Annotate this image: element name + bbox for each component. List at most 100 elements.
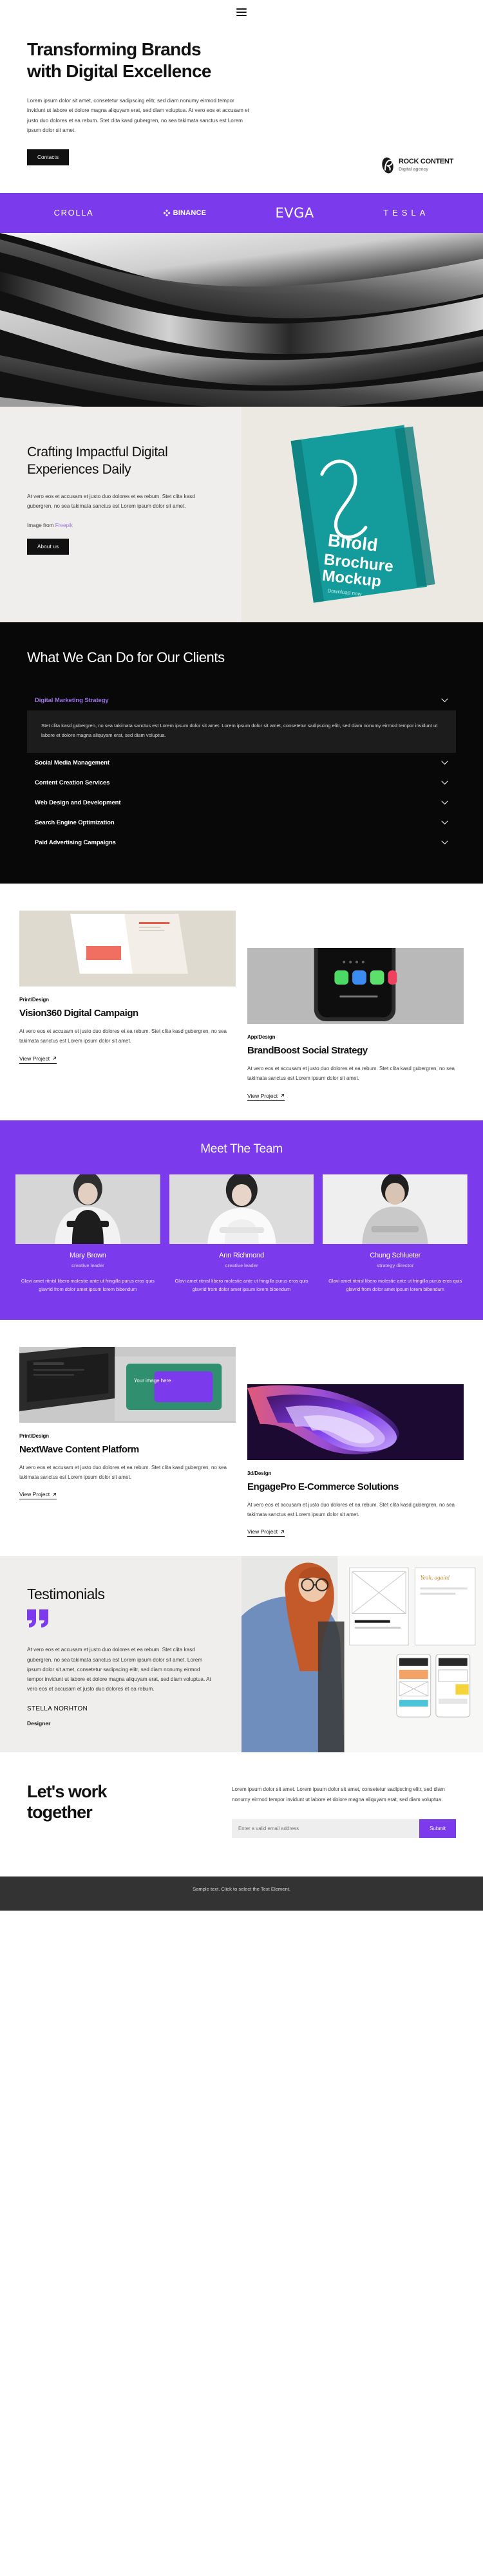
chevron-down-icon bbox=[441, 761, 448, 765]
accordion-label: Web Design and Development bbox=[35, 799, 121, 807]
accordion-label: Social Media Management bbox=[35, 759, 109, 767]
freepik-link[interactable]: Freepik bbox=[55, 523, 73, 528]
team-member-role: creative leader bbox=[71, 1262, 104, 1268]
portfolio-thumbnail-phone bbox=[247, 948, 464, 1024]
avatar bbox=[15, 1174, 160, 1244]
testimonials-section: Testimonials At vero eos et accusam et j… bbox=[0, 1556, 483, 1753]
accordion-item-paid-advertising-campaigns[interactable]: Paid Advertising Campaigns bbox=[19, 833, 464, 853]
team-member-name: Mary Brown bbox=[69, 1251, 106, 1259]
image-credit-prefix: Image from bbox=[27, 522, 55, 528]
portfolio-card-brandboost: App/Design BrandBoost Social Strategy At… bbox=[247, 911, 464, 1101]
cta-title-line2: together bbox=[27, 1802, 93, 1822]
accordion-label: Search Engine Optimization bbox=[35, 819, 115, 827]
view-project-label: View Project bbox=[19, 1491, 50, 1498]
chevron-down-icon bbox=[441, 801, 448, 805]
arrow-up-right-icon bbox=[53, 1492, 56, 1496]
team-member-card: Ann Richmond creative leader Glavi amet … bbox=[169, 1174, 314, 1294]
portfolio-thumbnail-print-brochure bbox=[19, 911, 236, 987]
crafting-title: Crafting Impactful Digital Experiences D… bbox=[27, 444, 168, 477]
view-project-label: View Project bbox=[19, 1055, 50, 1062]
submit-button[interactable]: Submit bbox=[419, 1819, 456, 1838]
quote-icon bbox=[27, 1609, 217, 1631]
hamburger-icon[interactable] bbox=[236, 8, 247, 16]
team-section: Meet The Team Mary Brown creative leader… bbox=[0, 1120, 483, 1320]
testimonial-content: Testimonials At vero eos et accusam et j… bbox=[0, 1556, 242, 1752]
cta-section: Let's work together Lorem ipsum dolor si… bbox=[0, 1752, 483, 1876]
portfolio-category: Print/Design bbox=[19, 997, 49, 1003]
accordion-item-web-design-and-development[interactable]: Web Design and Development bbox=[19, 793, 464, 813]
contacts-button[interactable]: Contacts bbox=[27, 149, 70, 165]
hero-paragraph: Lorem ipsum dolor sit amet, consetetur s… bbox=[27, 98, 249, 133]
cta-title: Let's work together bbox=[27, 1782, 214, 1823]
testimonial-author: STELLA NORHTON bbox=[27, 1705, 88, 1713]
logo-evga: EVGA bbox=[275, 205, 314, 221]
brochure-mockup-svg: Bifold Brochure Mockup Download now bbox=[242, 406, 483, 622]
hamburger-bar bbox=[236, 15, 247, 16]
view-project-label: View Project bbox=[247, 1092, 278, 1099]
portfolio-bottom-section: Your image here Print/Design NextWave Co… bbox=[0, 1320, 483, 1557]
view-project-link[interactable]: View Project bbox=[19, 1491, 57, 1500]
crafting-paragraph: At vero eos et accusam et justo duo dolo… bbox=[27, 493, 195, 509]
team-member-card: Mary Brown creative leader Glavi amet ri… bbox=[15, 1174, 160, 1294]
designer-wireframes-image: Yeah, again! bbox=[242, 1556, 483, 1753]
portfolio-card-nextwave: Your image here Print/Design NextWave Co… bbox=[19, 1347, 236, 1500]
page-root: Transforming Brands with Digital Excelle… bbox=[0, 0, 483, 1911]
accordion-item-digital-marketing-strategy[interactable]: Digital Marketing Strategy bbox=[19, 690, 464, 710]
services-accordion: Digital Marketing Strategy Stet clita ka… bbox=[19, 690, 464, 853]
arrow-up-right-icon bbox=[281, 1530, 284, 1534]
hero-title-line1: Transforming Brands bbox=[27, 39, 202, 59]
portfolio-description: At vero eos et accusam et justo duo dolo… bbox=[19, 1465, 227, 1481]
accordion-item-content-creation-services[interactable]: Content Creation Services bbox=[19, 773, 464, 793]
portfolio-category: App/Design bbox=[247, 1034, 276, 1041]
logo-crolla: CROLLA bbox=[53, 208, 94, 218]
team-member-name: Chung Schlueter bbox=[370, 1251, 421, 1259]
portfolio-title: Vision360 Digital Campaign bbox=[19, 1008, 138, 1019]
services-title: What We Can Do for Our Clients bbox=[27, 649, 225, 665]
team-grid: Mary Brown creative leader Glavi amet ri… bbox=[15, 1174, 468, 1294]
brand-name: ROCK CONTENT bbox=[398, 158, 453, 166]
cta-title-line1: Let's work bbox=[27, 1782, 107, 1802]
logo-tesla: TESLA bbox=[383, 208, 430, 218]
view-project-link[interactable]: View Project bbox=[247, 1093, 285, 1101]
image-credit: Image from Freepik bbox=[27, 523, 217, 528]
accordion-item-social-media-management[interactable]: Social Media Management bbox=[19, 753, 464, 773]
bottom-status-bar: Sample text. Click to select the Text El… bbox=[0, 1876, 483, 1911]
brand-logo: ROCK CONTENT Digital agency bbox=[381, 149, 456, 174]
team-member-bio: Glavi amet ritnisl libero molestie ante … bbox=[21, 1277, 155, 1293]
avatar bbox=[169, 1174, 314, 1244]
team-member-bio: Glavi amet ritnisl libero molestie ante … bbox=[328, 1277, 462, 1293]
portfolio-title: NextWave Content Platform bbox=[19, 1444, 139, 1455]
hero-footer-row: Contacts ROCK CONTENT Digital agency bbox=[27, 149, 456, 174]
accordion-label: Digital Marketing Strategy bbox=[35, 696, 109, 704]
testimonial-author-role: Designer bbox=[27, 1720, 51, 1727]
svg-text:Your image here: Your image here bbox=[134, 1378, 171, 1384]
view-project-link[interactable]: View Project bbox=[247, 1528, 285, 1537]
hero-title-line2: with Digital Excellence bbox=[27, 60, 211, 81]
portfolio-category: 3d/Design bbox=[247, 1470, 272, 1476]
crafting-section: Crafting Impactful Digital Experiences D… bbox=[0, 406, 483, 622]
top-navbar bbox=[0, 0, 483, 24]
brochure-mockup-image: Bifold Brochure Mockup Download now bbox=[242, 406, 483, 622]
about-us-button[interactable]: About us bbox=[27, 538, 70, 555]
chevron-down-icon bbox=[441, 820, 448, 825]
hamburger-bar bbox=[236, 12, 247, 13]
page-title: Transforming Brands with Digital Excelle… bbox=[27, 39, 298, 82]
arrow-up-right-icon bbox=[281, 1094, 284, 1098]
view-project-link[interactable]: View Project bbox=[19, 1055, 57, 1064]
team-member-role: creative leader bbox=[225, 1262, 258, 1268]
bottom-sample-text: Sample text. Click to select the Text El… bbox=[193, 1886, 290, 1892]
team-member-card: Chung Schlueter strategy director Glavi … bbox=[323, 1174, 468, 1294]
services-section: What We Can Do for Our Clients Digital M… bbox=[0, 622, 483, 884]
portfolio-card-engagepro: 3d/Design EngagePro E-Commerce Solutions… bbox=[247, 1347, 464, 1537]
brand-tagline: Digital agency bbox=[398, 167, 429, 172]
accordion-label: Paid Advertising Campaigns bbox=[35, 839, 116, 847]
logo-binance: BINANCE bbox=[163, 209, 207, 217]
portfolio-category: Print/Design bbox=[19, 1433, 49, 1439]
testimonials-title: Testimonials bbox=[27, 1586, 105, 1603]
newsletter-form: Submit bbox=[232, 1819, 456, 1838]
team-member-name: Ann Richmond bbox=[219, 1251, 264, 1259]
email-field[interactable] bbox=[232, 1819, 420, 1838]
accordion-item-search-engine-optimization[interactable]: Search Engine Optimization bbox=[19, 813, 464, 833]
testimonial-quote: At vero eos et accusam et justo duo dolo… bbox=[27, 1647, 211, 1692]
hero-banner-image bbox=[0, 232, 483, 407]
